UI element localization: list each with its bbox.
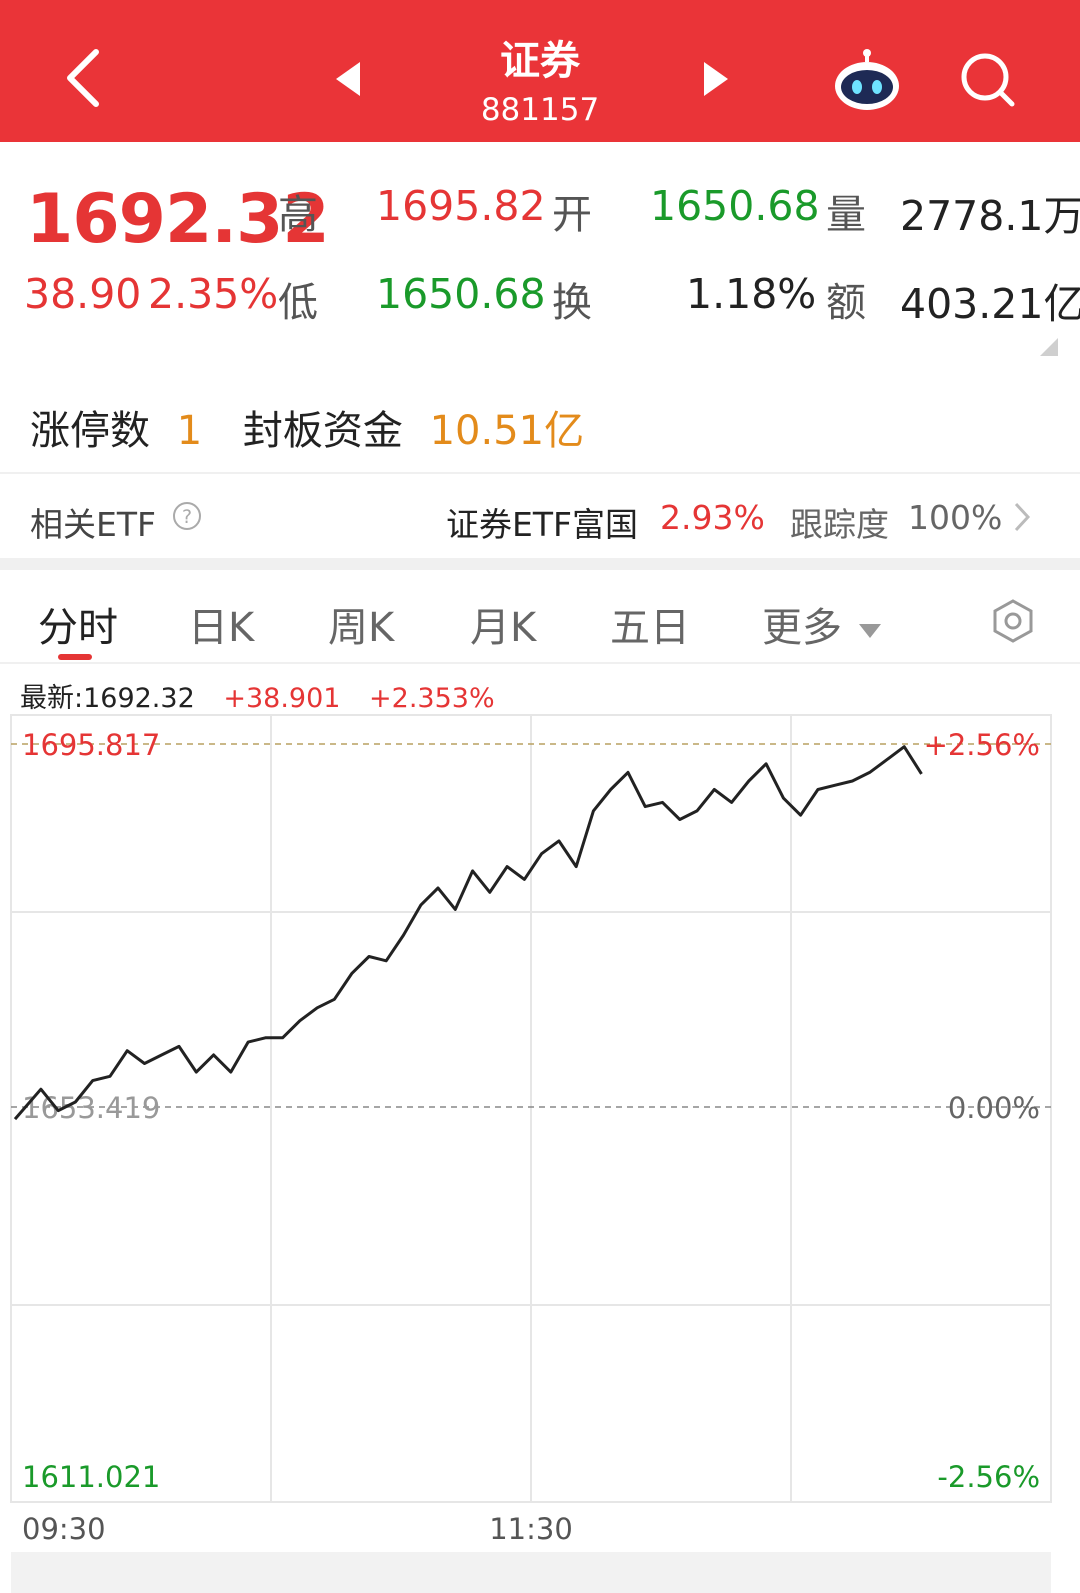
help-icon[interactable]: ?	[172, 501, 202, 531]
price-change: 38.90	[24, 270, 142, 318]
seal-fund-label: 封板资金	[242, 408, 403, 454]
tab-more[interactable]: 更多	[762, 595, 881, 653]
high-label: 高	[278, 192, 318, 238]
amount-value: 403.21亿	[900, 280, 1080, 328]
tab-daily-k[interactable]: 日K	[188, 595, 254, 653]
pct-mid-label: 0.00%	[948, 1091, 1040, 1125]
volume-label: 量	[826, 192, 866, 238]
tab-monthly-k[interactable]: 月K	[470, 595, 536, 653]
section-gap	[0, 558, 1080, 570]
etf-name[interactable]: 证券ETF富国	[446, 498, 638, 546]
open-label: 开	[552, 192, 592, 238]
tab-weekly-k[interactable]: 周K	[328, 595, 394, 653]
tab-intraday[interactable]: 分时	[38, 595, 118, 653]
amount-label: 额	[826, 280, 866, 326]
next-icon[interactable]	[702, 62, 728, 96]
high-value: 1695.82	[376, 182, 546, 230]
active-tab-indicator	[58, 654, 92, 660]
open-value: 1650.68	[650, 182, 820, 230]
limit-up-row: 涨停数 1 封板资金 10.51亿	[30, 398, 584, 456]
y-top-label: 1695.817	[22, 728, 160, 762]
limit-up-count: 1	[176, 408, 203, 454]
page-title: 证券	[500, 38, 580, 84]
settings-icon[interactable]	[990, 598, 1036, 644]
chart-grid	[10, 714, 1052, 1503]
x-start-label: 09:30	[22, 1512, 106, 1546]
pct-top-label: +2.56%	[924, 728, 1040, 762]
etf-label: 相关ETF	[30, 505, 156, 544]
svg-text:?: ?	[182, 506, 192, 528]
x-mid-label: 11:30	[489, 1512, 573, 1546]
chevron-right-icon[interactable]	[1012, 502, 1032, 532]
price-change-percent: 2.35%	[148, 270, 279, 318]
divider	[0, 472, 1080, 474]
tab-five-day[interactable]: 五日	[610, 595, 690, 653]
tab-more-label: 更多	[762, 605, 842, 651]
turnover-label: 换	[552, 280, 592, 326]
y-mid-label: 1653.419	[22, 1091, 160, 1125]
expand-corner-icon[interactable]	[1040, 338, 1058, 356]
limit-up-label: 涨停数	[30, 408, 150, 454]
etf-percent: 2.93%	[660, 498, 765, 537]
y-bottom-label: 1611.021	[22, 1460, 160, 1494]
low-label: 低	[278, 280, 318, 326]
volume-panel	[11, 1552, 1051, 1593]
tab-divider	[0, 662, 1080, 664]
robot-assistant-icon[interactable]	[832, 48, 902, 112]
index-code: 881157	[480, 92, 600, 128]
intraday-chart[interactable]: 1695.817 +2.56% 1653.419 0.00% 1611.021 …	[0, 700, 1080, 1593]
caret-down-icon	[858, 624, 881, 638]
tracking-value: 100%	[908, 498, 1003, 537]
low-value: 1650.68	[376, 270, 546, 318]
pct-bottom-label: -2.56%	[937, 1460, 1040, 1494]
seal-fund-value: 10.51亿	[429, 408, 585, 454]
top-bar: 证券 881157	[0, 0, 1080, 142]
volume-value: 2778.1万	[900, 192, 1080, 240]
tracking-label: 跟踪度	[790, 505, 889, 544]
turnover-value: 1.18%	[686, 270, 817, 318]
search-icon[interactable]	[958, 50, 1018, 110]
price-line	[13, 745, 923, 1121]
